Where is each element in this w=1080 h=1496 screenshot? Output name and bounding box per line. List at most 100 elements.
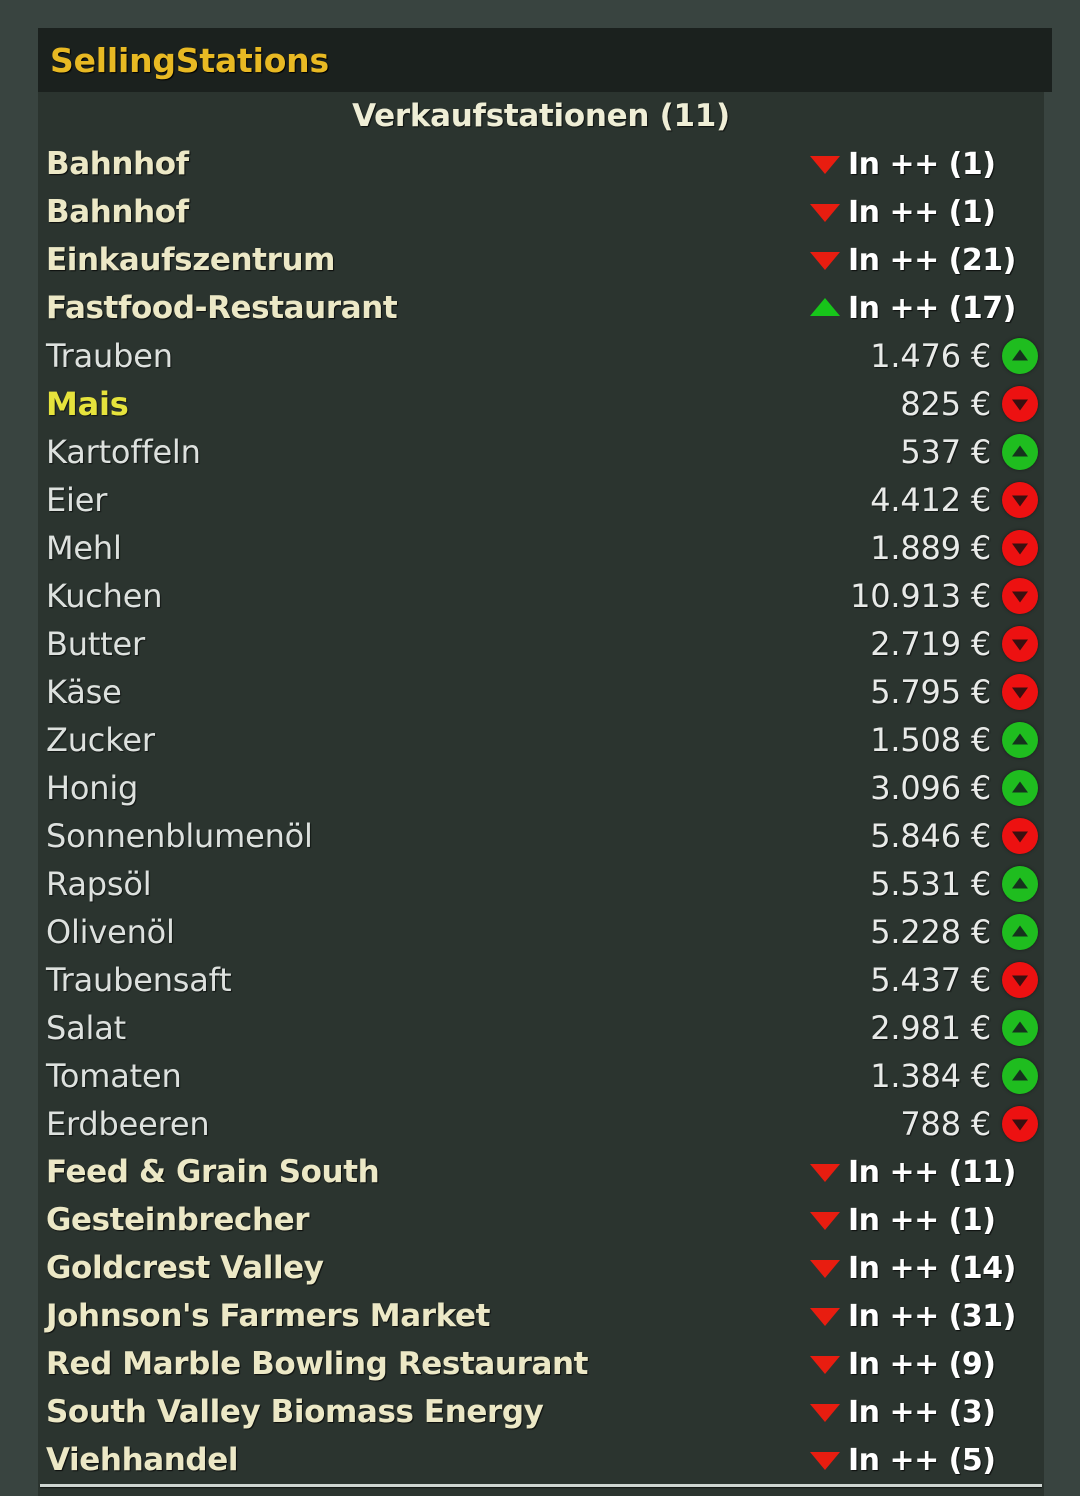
product-name: Zucker (46, 721, 155, 759)
station-row[interactable]: Bahnhof In ++ (1) (38, 188, 1044, 236)
product-row[interactable]: Tomaten 1.384 € (38, 1052, 1044, 1100)
product-price: 1.384 € (870, 1057, 991, 1095)
station-row[interactable]: Viehhandel In ++ (5) (38, 1436, 1044, 1484)
arrow-up-circle-icon (1002, 722, 1038, 758)
badge-glyph (1012, 349, 1028, 361)
product-row[interactable]: Käse 5.795 € (38, 668, 1044, 716)
station-row[interactable]: Gesteinbrecher In ++ (1) (38, 1196, 1044, 1244)
arrow-down-circle-icon (1002, 674, 1038, 710)
product-row[interactable]: Kartoffeln 537 € (38, 428, 1044, 476)
product-name: Erdbeeren (46, 1105, 210, 1143)
badge-glyph (1012, 687, 1028, 699)
triangle-down-icon (810, 1308, 840, 1326)
product-row[interactable]: Traubensaft 5.437 € (38, 956, 1044, 1004)
product-price: 1.508 € (870, 721, 991, 759)
product-price: 3.096 € (870, 769, 991, 807)
product-name: Olivenöl (46, 913, 175, 951)
product-row[interactable]: Zucker 1.508 € (38, 716, 1044, 764)
product-name: Trauben (46, 337, 173, 375)
station-row[interactable]: Fastfood-Restaurant In ++ (17) (38, 284, 1044, 332)
badge-glyph (1012, 445, 1028, 457)
station-name: Johnson's Farmers Market (46, 1298, 491, 1334)
group-header: Verkaufstationen (11) (38, 92, 1044, 140)
station-status-group: In ++ (17) (810, 291, 1038, 326)
arrow-down-circle-icon (1002, 578, 1038, 614)
badge-glyph (1012, 639, 1028, 651)
product-price: 1.889 € (870, 529, 991, 567)
selling-stations-list[interactable]: Verkaufstationen (11) Bahnhof In ++ (1) Ba… (38, 92, 1044, 1496)
triangle-down-icon (810, 156, 840, 174)
arrow-down-circle-icon (1002, 530, 1038, 566)
product-name: Butter (46, 625, 145, 663)
badge-glyph (1012, 1069, 1028, 1081)
triangle-down-icon (810, 252, 840, 270)
product-price: 2.719 € (870, 625, 991, 663)
product-row[interactable]: Kuchen 10.913 € (38, 572, 1044, 620)
product-row[interactable]: Honig 3.096 € (38, 764, 1044, 812)
triangle-down-icon (810, 1260, 840, 1278)
station-status-group: In ++ (1) (810, 147, 1038, 182)
stations-bottom-section: Feed & Grain South In ++ (11) Gesteinbrech… (38, 1148, 1044, 1484)
product-name: Rapsöl (46, 865, 152, 903)
product-price: 537 € (900, 433, 991, 471)
station-name: Goldcrest Valley (46, 1250, 324, 1286)
product-row[interactable]: Eier 4.412 € (38, 476, 1044, 524)
badge-glyph (1012, 925, 1028, 937)
station-name: South Valley Biomass Energy (46, 1394, 544, 1430)
station-status-group: In ++ (9) (810, 1347, 1038, 1382)
badge-glyph (1012, 543, 1028, 555)
station-row[interactable]: Johnson's Farmers Market In ++ (31) (38, 1292, 1044, 1340)
station-row[interactable]: Feed & Grain South In ++ (11) (38, 1148, 1044, 1196)
station-name: Fastfood-Restaurant (46, 290, 398, 326)
station-status-label: In ++ (21) (848, 242, 1016, 278)
product-row[interactable]: Sonnenblumenöl 5.846 € (38, 812, 1044, 860)
station-name: Viehhandel (46, 1442, 239, 1478)
arrow-up-circle-icon (1002, 1058, 1038, 1094)
station-name: Feed & Grain South (46, 1154, 380, 1190)
arrow-down-circle-icon (1002, 962, 1038, 998)
badge-glyph (1012, 733, 1028, 745)
station-name: Bahnhof (46, 146, 189, 182)
product-row[interactable]: Salat 2.981 € (38, 1004, 1044, 1052)
products-section: Trauben 1.476 € Mais 825 € Kartoffeln 537 € Ei… (38, 332, 1044, 1148)
station-row[interactable]: Goldcrest Valley In ++ (14) (38, 1244, 1044, 1292)
station-status-group: In ++ (1) (810, 1203, 1038, 1238)
stations-top-section: Bahnhof In ++ (1) Bahnhof In ++ (1) Einkaufs… (38, 140, 1044, 332)
arrow-up-circle-icon (1002, 434, 1038, 470)
product-name: Käse (46, 673, 122, 711)
product-name: Mais (46, 385, 129, 423)
group-header-label: Verkaufstationen (11) (352, 98, 730, 134)
station-row[interactable]: Bahnhof In ++ (1) (38, 140, 1044, 188)
product-row[interactable]: Mehl 1.889 € (38, 524, 1044, 572)
triangle-down-icon (810, 1164, 840, 1182)
product-row[interactable]: Trauben 1.476 € (38, 332, 1044, 380)
panel-title-bar: SellingStations (38, 28, 1052, 92)
next-group-header: Käufer-Standorte (38, 1487, 1044, 1496)
product-price: 825 € (900, 385, 991, 423)
product-name: Salat (46, 1009, 126, 1047)
product-row[interactable]: Olivenöl 5.228 € (38, 908, 1044, 956)
product-row[interactable]: Rapsöl 5.531 € (38, 860, 1044, 908)
station-status-label: In ++ (14) (848, 1250, 1016, 1286)
station-row[interactable]: South Valley Biomass Energy In ++ (3) (38, 1388, 1044, 1436)
product-row[interactable]: Mais 825 € (38, 380, 1044, 428)
badge-glyph (1012, 781, 1028, 793)
product-name: Kuchen (46, 577, 163, 615)
station-name: Red Marble Bowling Restaurant (46, 1346, 589, 1382)
product-row[interactable]: Butter 2.719 € (38, 620, 1044, 668)
product-name: Honig (46, 769, 139, 807)
station-status-group: In ++ (11) (810, 1155, 1038, 1190)
badge-glyph (1012, 1021, 1028, 1033)
triangle-up-icon (810, 298, 840, 316)
product-name: Tomaten (46, 1057, 182, 1095)
station-row[interactable]: Red Marble Bowling Restaurant In ++ (9) (38, 1340, 1044, 1388)
station-status-group: In ++ (1) (810, 195, 1038, 230)
station-status-group: In ++ (14) (810, 1251, 1038, 1286)
station-row[interactable]: Einkaufszentrum In ++ (21) (38, 236, 1044, 284)
badge-glyph (1012, 1119, 1028, 1131)
badge-glyph (1012, 975, 1028, 987)
product-row[interactable]: Erdbeeren 788 € (38, 1100, 1044, 1148)
station-status-label: In ++ (31) (848, 1298, 1016, 1334)
badge-glyph (1012, 399, 1028, 411)
product-price: 788 € (900, 1105, 991, 1143)
